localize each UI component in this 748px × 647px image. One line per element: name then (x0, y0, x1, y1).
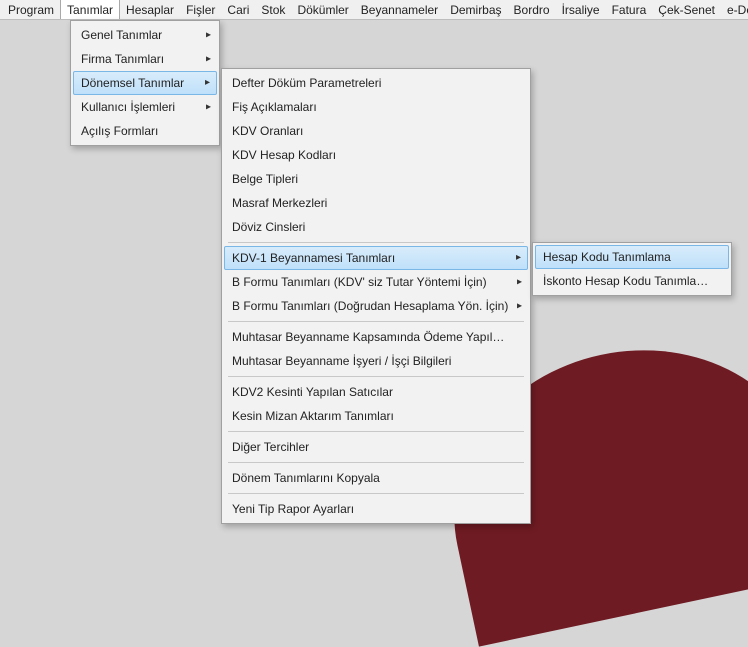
menu-item-label: Kullanıcı İşlemleri (81, 100, 199, 114)
menu-item-label: Dönem Tanımlarını Kopyala (232, 471, 510, 485)
menu-item-label: Diğer Tercihler (232, 440, 510, 454)
menubar-item-program[interactable]: Program (2, 0, 60, 20)
menu-item[interactable]: Belge Tipleri (224, 167, 528, 191)
menu-item-label: KDV Oranları (232, 124, 510, 138)
menubar-item-e-defter[interactable]: e-Defter (721, 0, 748, 20)
menu-item[interactable]: Muhtasar Beyanname İşyeri / İşçi Bilgile… (224, 349, 528, 373)
menu-item-label: Döviz Cinsleri (232, 220, 510, 234)
menubar-item-beyannameler[interactable]: Beyannameler (355, 0, 444, 20)
menubar-item-dökümler[interactable]: Dökümler (291, 0, 354, 20)
menubar-item-çek-senet[interactable]: Çek-Senet (652, 0, 721, 20)
menu-item[interactable]: KDV Oranları (224, 119, 528, 143)
menu-item[interactable]: Fiş Açıklamaları (224, 95, 528, 119)
menu-item[interactable]: İskonto Hesap Kodu Tanımlama (535, 269, 729, 293)
dropdown-donemsel-tanimlar: Defter Döküm Parametreleri Fiş Açıklamala… (221, 68, 531, 524)
menu-item[interactable]: Açılış Formları (73, 119, 217, 143)
menu-item-label: İskonto Hesap Kodu Tanımlama (543, 274, 711, 288)
menubar-item-fatura[interactable]: Fatura (606, 0, 653, 20)
menu-item-label: B Formu Tanımları (Doğrudan Hesaplama Yö… (232, 299, 510, 313)
menu-item-label: Açılış Formları (81, 124, 199, 138)
menu-separator (228, 493, 524, 494)
menubar-item-bordro[interactable]: Bordro (508, 0, 556, 20)
menu-item[interactable]: Muhtasar Beyanname Kapsamında Ödeme Yapı… (224, 325, 528, 349)
menu-item[interactable]: Defter Döküm Parametreleri (224, 71, 528, 95)
menu-separator (228, 376, 524, 377)
menu-item-label: Firma Tanımları (81, 52, 199, 66)
menubar-item-cari[interactable]: Cari (221, 0, 255, 20)
menu-item-label: Genel Tanımlar (81, 28, 199, 42)
menu-item-label: Dönemsel Tanımlar (81, 72, 199, 94)
menu-item-label: Masraf Merkezleri (232, 196, 510, 210)
menubar: ProgramTanımlarHesaplarFişlerCariStokDök… (0, 0, 748, 20)
menu-item[interactable]: Dönemsel Tanımlar (73, 71, 217, 95)
menu-item[interactable]: Kesin Mizan Aktarım Tanımları (224, 404, 528, 428)
menu-item-label: KDV-1 Beyannamesi Tanımları (232, 247, 510, 269)
dropdown-tanimlar: Genel Tanımlar Firma Tanımları Dönemsel Ta… (70, 20, 220, 146)
menu-item[interactable]: Masraf Merkezleri (224, 191, 528, 215)
menubar-item-i̇rsaliye[interactable]: İrsaliye (556, 0, 606, 20)
menubar-item-tanımlar[interactable]: Tanımlar (60, 0, 120, 19)
menubar-item-hesaplar[interactable]: Hesaplar (120, 0, 180, 20)
menu-item[interactable]: Dönem Tanımlarını Kopyala (224, 466, 528, 490)
menu-separator (228, 242, 524, 243)
menu-item[interactable]: Diğer Tercihler (224, 435, 528, 459)
menu-item[interactable]: Hesap Kodu Tanımlama (535, 245, 729, 269)
menu-item-label: Kesin Mizan Aktarım Tanımları (232, 409, 510, 423)
menu-item-label: Fiş Açıklamaları (232, 100, 510, 114)
menu-item-label: Yeni Tip Rapor Ayarları (232, 502, 510, 516)
menu-item-label: B Formu Tanımları (KDV' siz Tutar Yöntem… (232, 275, 510, 289)
dropdown-kdv1-beyannamesi: Hesap Kodu Tanımlama İskonto Hesap Kodu T… (532, 242, 732, 296)
menu-separator (228, 321, 524, 322)
menu-separator (228, 431, 524, 432)
menu-item[interactable]: B Formu Tanımları (KDV' siz Tutar Yöntem… (224, 270, 528, 294)
menu-item[interactable]: Kullanıcı İşlemleri (73, 95, 217, 119)
menu-item-label: Hesap Kodu Tanımlama (543, 246, 711, 268)
menubar-item-fişler[interactable]: Fişler (180, 0, 221, 20)
menu-item-label: Defter Döküm Parametreleri (232, 76, 510, 90)
menu-item-label: Muhtasar Beyanname Kapsamında Ödeme Yapı… (232, 330, 510, 344)
menu-item-label: Belge Tipleri (232, 172, 510, 186)
menu-item[interactable]: Yeni Tip Rapor Ayarları (224, 497, 528, 521)
menu-item[interactable]: KDV Hesap Kodları (224, 143, 528, 167)
menu-separator (228, 462, 524, 463)
menu-item[interactable]: KDV2 Kesinti Yapılan Satıcılar (224, 380, 528, 404)
menu-item[interactable]: Genel Tanımlar (73, 23, 217, 47)
menu-item-label: Muhtasar Beyanname İşyeri / İşçi Bilgile… (232, 354, 510, 368)
menu-item[interactable]: B Formu Tanımları (Doğrudan Hesaplama Yö… (224, 294, 528, 318)
menu-item[interactable]: Firma Tanımları (73, 47, 217, 71)
menubar-item-demirbaş[interactable]: Demirbaş (444, 0, 507, 20)
menu-item-label: KDV Hesap Kodları (232, 148, 510, 162)
menu-item-label: KDV2 Kesinti Yapılan Satıcılar (232, 385, 510, 399)
menubar-item-stok[interactable]: Stok (255, 0, 291, 20)
menu-item[interactable]: KDV-1 Beyannamesi Tanımları (224, 246, 528, 270)
menu-item[interactable]: Döviz Cinsleri (224, 215, 528, 239)
